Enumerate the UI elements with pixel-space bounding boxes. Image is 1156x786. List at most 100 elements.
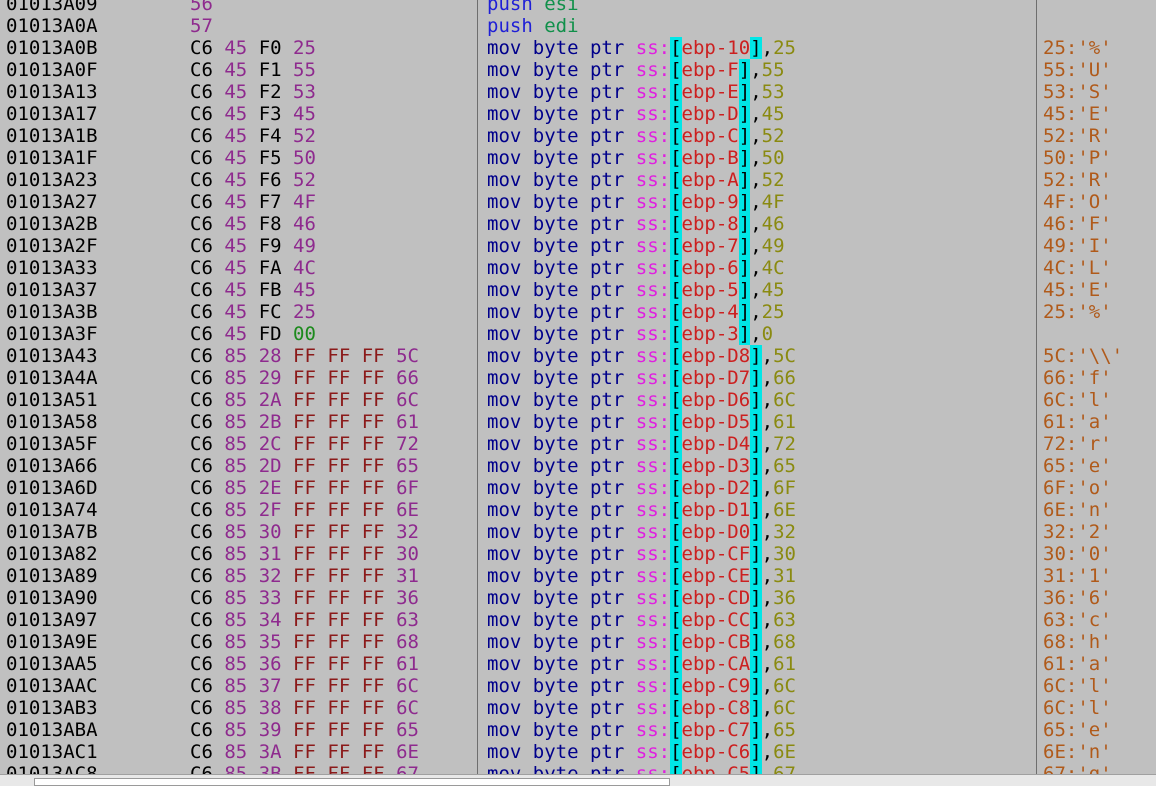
address-cell[interactable]: 01013A58 — [6, 411, 98, 433]
address-cell[interactable]: 01013A74 — [6, 499, 98, 521]
disasm-row[interactable]: 01013ABA C6 85 39 FF FF FF 65 mov byte ptr… — [0, 719, 1156, 741]
instruction-cell[interactable]: mov byte ptr ss:[ebp-D4],72 — [487, 433, 796, 455]
address-cell[interactable]: 01013A2B — [6, 213, 98, 235]
address-cell[interactable]: 01013A33 — [6, 257, 98, 279]
instruction-cell[interactable]: mov byte ptr ss:[ebp-C9],6C — [487, 675, 796, 697]
disasm-row[interactable]: 01013A74 C6 85 2F FF FF FF 6E mov byte ptr… — [0, 499, 1156, 521]
address-cell[interactable]: 01013A0A — [6, 15, 98, 37]
instruction-cell[interactable]: mov byte ptr ss:[ebp-6],4C — [487, 257, 785, 279]
instruction-cell[interactable]: mov byte ptr ss:[ebp-C8],6C — [487, 697, 796, 719]
address-cell[interactable]: 01013A89 — [6, 565, 98, 587]
instruction-cell[interactable]: mov byte ptr ss:[ebp-D6],6C — [487, 389, 796, 411]
instruction-cell[interactable]: mov byte ptr ss:[ebp-CB],68 — [487, 631, 796, 653]
instruction-cell[interactable]: mov byte ptr ss:[ebp-5],45 — [487, 279, 785, 301]
address-cell[interactable]: 01013AA5 — [6, 653, 98, 675]
disasm-row[interactable]: 01013A33 C6 45 FA 4C mov byte ptr ss:[ebp-… — [0, 257, 1156, 279]
disasm-row[interactable]: 01013AC1 C6 85 3A FF FF FF 6E mov byte ptr… — [0, 741, 1156, 763]
instruction-cell[interactable]: mov byte ptr ss:[ebp-D3],65 — [487, 455, 796, 477]
address-cell[interactable]: 01013A43 — [6, 345, 98, 367]
address-cell[interactable]: 01013A1B — [6, 125, 98, 147]
address-cell[interactable]: 01013A6D — [6, 477, 98, 499]
disasm-row[interactable]: 01013A1F C6 45 F5 50 mov byte ptr ss:[ebp-… — [0, 147, 1156, 169]
instruction-cell[interactable]: mov byte ptr ss:[ebp-CD],36 — [487, 587, 796, 609]
disasm-row[interactable]: 01013A6D C6 85 2E FF FF FF 6F mov byte ptr… — [0, 477, 1156, 499]
instruction-cell[interactable]: mov byte ptr ss:[ebp-D0],32 — [487, 521, 796, 543]
address-cell[interactable]: 01013A82 — [6, 543, 98, 565]
disasm-row[interactable]: 01013A82 C6 85 31 FF FF FF 30 mov byte ptr… — [0, 543, 1156, 565]
address-cell[interactable]: 01013A7B — [6, 521, 98, 543]
instruction-cell[interactable]: mov byte ptr ss:[ebp-D8],5C — [487, 345, 796, 367]
instruction-cell[interactable]: mov byte ptr ss:[ebp-A],52 — [487, 169, 785, 191]
instruction-cell[interactable]: mov byte ptr ss:[ebp-CF],30 — [487, 543, 796, 565]
disasm-row[interactable]: 01013A2F C6 45 F9 49 mov byte ptr ss:[ebp-… — [0, 235, 1156, 257]
address-cell[interactable]: 01013A51 — [6, 389, 98, 411]
disasm-row[interactable]: 01013A43 C6 85 28 FF FF FF 5C mov byte ptr… — [0, 345, 1156, 367]
instruction-cell[interactable]: mov byte ptr ss:[ebp-10],25 — [487, 37, 796, 59]
instruction-cell[interactable]: mov byte ptr ss:[ebp-CA],61 — [487, 653, 796, 675]
disasm-row[interactable]: 01013AB3 C6 85 38 FF FF FF 6C mov byte ptr… — [0, 697, 1156, 719]
instruction-cell[interactable]: mov byte ptr ss:[ebp-9],4F — [487, 191, 785, 213]
address-cell[interactable]: 01013A27 — [6, 191, 98, 213]
instruction-cell[interactable]: mov byte ptr ss:[ebp-D7],66 — [487, 367, 796, 389]
instruction-cell[interactable]: push esi — [487, 0, 579, 15]
horizontal-scrollbar[interactable] — [0, 774, 1156, 786]
disasm-row[interactable]: 01013A89 C6 85 32 FF FF FF 31 mov byte ptr… — [0, 565, 1156, 587]
instruction-cell[interactable]: mov byte ptr ss:[ebp-C6],6E — [487, 741, 796, 763]
disasm-row[interactable]: 01013A97 C6 85 34 FF FF FF 63 mov byte ptr… — [0, 609, 1156, 631]
disasm-row[interactable]: 01013A0F C6 45 F1 55 mov byte ptr ss:[ebp-… — [0, 59, 1156, 81]
address-cell[interactable]: 01013A1F — [6, 147, 98, 169]
disasm-row[interactable]: 01013A27 C6 45 F7 4F mov byte ptr ss:[ebp-… — [0, 191, 1156, 213]
address-cell[interactable]: 01013AB3 — [6, 697, 98, 719]
address-cell[interactable]: 01013ABA — [6, 719, 98, 741]
disasm-row[interactable]: 01013A3F C6 45 FD 00 mov byte ptr ss:[ebp-… — [0, 323, 1156, 345]
disasm-row[interactable]: 01013A0A 57 push edi — [0, 15, 1156, 37]
address-cell[interactable]: 01013A09 — [6, 0, 98, 15]
instruction-cell[interactable]: mov byte ptr ss:[ebp-E],53 — [487, 81, 785, 103]
column-divider-disasm-comment[interactable] — [1036, 0, 1037, 786]
instruction-cell[interactable]: push edi — [487, 15, 579, 37]
address-cell[interactable]: 01013A5F — [6, 433, 98, 455]
address-cell[interactable]: 01013AC1 — [6, 741, 98, 763]
disasm-row[interactable]: 01013A4A C6 85 29 FF FF FF 66 mov byte ptr… — [0, 367, 1156, 389]
address-cell[interactable]: 01013A97 — [6, 609, 98, 631]
disasm-row[interactable]: 01013A3B C6 45 FC 25 mov byte ptr ss:[ebp-… — [0, 301, 1156, 323]
disasm-row[interactable]: 01013A17 C6 45 F3 45 mov byte ptr ss:[ebp-… — [0, 103, 1156, 125]
instruction-cell[interactable]: mov byte ptr ss:[ebp-C],52 — [487, 125, 785, 147]
disassembly-view[interactable]: 01013A09 56 push esi 01013A0A 57 push edi 0101… — [0, 0, 1156, 786]
instruction-cell[interactable]: mov byte ptr ss:[ebp-D],45 — [487, 103, 785, 125]
address-cell[interactable]: 01013A17 — [6, 103, 98, 125]
address-cell[interactable]: 01013A9E — [6, 631, 98, 653]
address-cell[interactable]: 01013A0B — [6, 37, 98, 59]
horizontal-scrollbar-thumb[interactable] — [34, 778, 670, 786]
instruction-cell[interactable]: mov byte ptr ss:[ebp-CE],31 — [487, 565, 796, 587]
instruction-cell[interactable]: mov byte ptr ss:[ebp-CC],63 — [487, 609, 796, 631]
instruction-cell[interactable]: mov byte ptr ss:[ebp-8],46 — [487, 213, 785, 235]
instruction-cell[interactable]: mov byte ptr ss:[ebp-D5],61 — [487, 411, 796, 433]
disasm-row[interactable]: 01013A5F C6 85 2C FF FF FF 72 mov byte ptr… — [0, 433, 1156, 455]
disasm-row[interactable]: 01013A13 C6 45 F2 53 mov byte ptr ss:[ebp-… — [0, 81, 1156, 103]
disasm-row[interactable]: 01013A09 56 push esi — [0, 0, 1156, 15]
address-cell[interactable]: 01013A37 — [6, 279, 98, 301]
disasm-row[interactable]: 01013AAC C6 85 37 FF FF FF 6C mov byte ptr… — [0, 675, 1156, 697]
instruction-cell[interactable]: mov byte ptr ss:[ebp-D2],6F — [487, 477, 796, 499]
instruction-cell[interactable]: mov byte ptr ss:[ebp-F],55 — [487, 59, 785, 81]
disasm-row[interactable]: 01013A0B C6 45 F0 25 mov byte ptr ss:[ebp-… — [0, 37, 1156, 59]
address-cell[interactable]: 01013A3B — [6, 301, 98, 323]
disasm-row[interactable]: 01013A37 C6 45 FB 45 mov byte ptr ss:[ebp-… — [0, 279, 1156, 301]
address-cell[interactable]: 01013A3F — [6, 323, 98, 345]
instruction-cell[interactable]: mov byte ptr ss:[ebp-C7],65 — [487, 719, 796, 741]
disasm-row[interactable]: 01013A7B C6 85 30 FF FF FF 32 mov byte ptr… — [0, 521, 1156, 543]
disasm-row[interactable]: 01013A58 C6 85 2B FF FF FF 61 mov byte ptr… — [0, 411, 1156, 433]
instruction-cell[interactable]: mov byte ptr ss:[ebp-3],0 — [487, 323, 773, 345]
disasm-row[interactable]: 01013AA5 C6 85 36 FF FF FF 61 mov byte ptr… — [0, 653, 1156, 675]
address-cell[interactable]: 01013A23 — [6, 169, 98, 191]
column-divider-bytes-disasm[interactable] — [477, 0, 478, 786]
instruction-cell[interactable]: mov byte ptr ss:[ebp-4],25 — [487, 301, 785, 323]
address-cell[interactable]: 01013A0F — [6, 59, 98, 81]
address-cell[interactable]: 01013A4A — [6, 367, 98, 389]
address-cell[interactable]: 01013A90 — [6, 587, 98, 609]
disasm-row[interactable]: 01013A23 C6 45 F6 52 mov byte ptr ss:[ebp-… — [0, 169, 1156, 191]
address-cell[interactable]: 01013A2F — [6, 235, 98, 257]
disasm-row[interactable]: 01013A51 C6 85 2A FF FF FF 6C mov byte ptr… — [0, 389, 1156, 411]
disasm-row[interactable]: 01013A2B C6 45 F8 46 mov byte ptr ss:[ebp-… — [0, 213, 1156, 235]
